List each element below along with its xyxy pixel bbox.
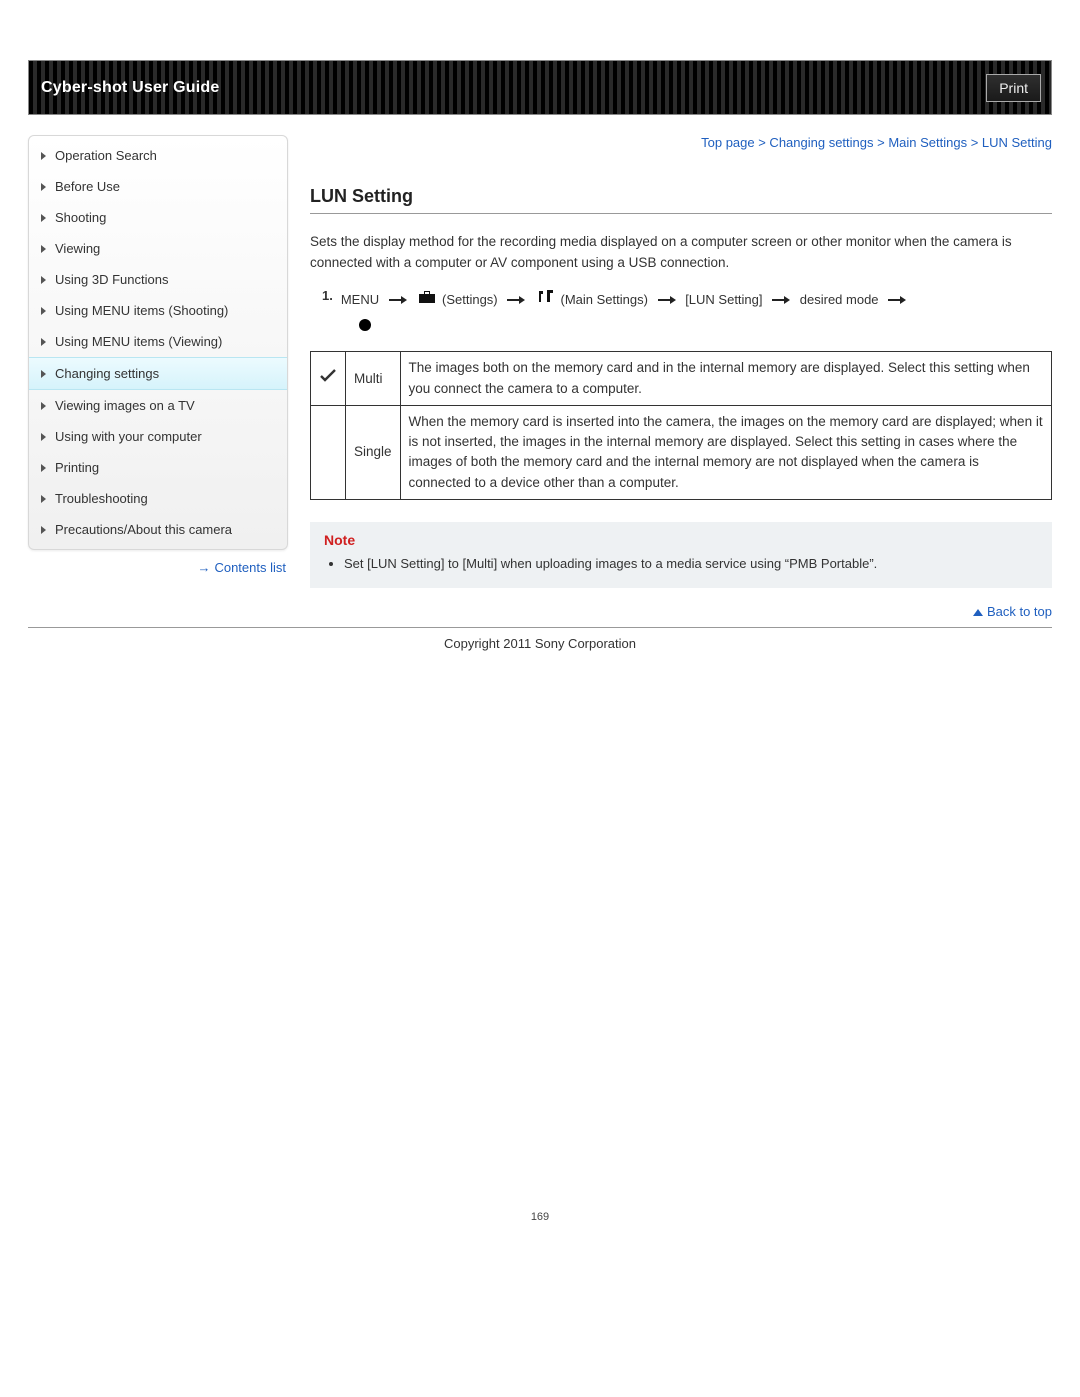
sidebar-item-menu-viewing[interactable]: Using MENU items (Viewing)	[29, 326, 287, 357]
option-desc: When the memory card is inserted into th…	[400, 405, 1051, 499]
arrow-right-icon: →	[197, 560, 210, 575]
arrow-right-icon	[507, 296, 525, 304]
sidebar-item-troubleshooting[interactable]: Troubleshooting	[29, 483, 287, 514]
sidebar-item-operation-search[interactable]: Operation Search	[29, 140, 287, 171]
note-box: Note Set [LUN Setting] to [Multi] when u…	[310, 522, 1052, 588]
step-body: MENU (Settings) (Main Settings) [LUN Set…	[341, 288, 912, 338]
triangle-up-icon	[973, 609, 983, 616]
copyright: Copyright 2011 Sony Corporation	[28, 636, 1052, 651]
note-item: Set [LUN Setting] to [Multi] when upload…	[344, 554, 1038, 574]
page-description: Sets the display method for the recordin…	[310, 232, 1052, 274]
sidebar-item-3d-functions[interactable]: Using 3D Functions	[29, 264, 287, 295]
check-icon-cell	[311, 405, 346, 499]
back-to-top-link[interactable]: Back to top	[973, 604, 1052, 619]
note-list: Set [LUN Setting] to [Multi] when upload…	[324, 554, 1038, 574]
sidebar-item-before-use[interactable]: Before Use	[29, 171, 287, 202]
toolbox-icon	[418, 288, 436, 313]
check-icon-cell	[311, 352, 346, 406]
sidebar-item-printing[interactable]: Printing	[29, 452, 287, 483]
sidebar-item-menu-shooting[interactable]: Using MENU items (Shooting)	[29, 295, 287, 326]
sidebar-item-precautions[interactable]: Precautions/About this camera	[29, 514, 287, 545]
checkmark-icon	[319, 368, 337, 384]
step-number: 1.	[322, 288, 333, 303]
sidebar-item-viewing-tv[interactable]: Viewing images on a TV	[29, 390, 287, 421]
header-bar: Cyber-shot User Guide Print	[28, 60, 1052, 115]
main-content: Top page > Changing settings > Main Sett…	[310, 135, 1052, 619]
table-row: Single When the memory card is inserted …	[311, 405, 1052, 499]
sidebar-item-viewing[interactable]: Viewing	[29, 233, 287, 264]
page-number: 169	[28, 1211, 1052, 1223]
arrow-right-icon	[389, 296, 407, 304]
sidebar-item-using-computer[interactable]: Using with your computer	[29, 421, 287, 452]
option-desc: The images both on the memory card and i…	[400, 352, 1051, 406]
arrow-right-icon	[658, 296, 676, 304]
title-divider	[310, 213, 1052, 214]
header-title: Cyber-shot User Guide	[41, 79, 219, 97]
footer-divider	[28, 627, 1052, 628]
option-name: Single	[346, 405, 401, 499]
sidebar-nav: Operation Search Before Use Shooting Vie…	[28, 135, 288, 550]
center-button-icon	[359, 319, 371, 331]
option-name: Multi	[346, 352, 401, 406]
arrow-right-icon	[888, 296, 906, 304]
note-title: Note	[324, 532, 1038, 548]
contents-list-link[interactable]: →Contents list	[197, 560, 286, 575]
sidebar: Operation Search Before Use Shooting Vie…	[28, 135, 288, 619]
step-1: 1. MENU (Settings) (Main Settings) [LUN …	[322, 288, 1052, 338]
print-button[interactable]: Print	[986, 74, 1041, 102]
sidebar-item-changing-settings[interactable]: Changing settings	[29, 357, 287, 390]
arrow-right-icon	[772, 296, 790, 304]
table-row: Multi The images both on the memory card…	[311, 352, 1052, 406]
breadcrumb[interactable]: Top page > Changing settings > Main Sett…	[310, 135, 1052, 150]
page-title: LUN Setting	[310, 186, 1052, 207]
sidebar-item-shooting[interactable]: Shooting	[29, 202, 287, 233]
options-table: Multi The images both on the memory card…	[310, 351, 1052, 500]
wrench-hammer-icon	[537, 288, 555, 313]
